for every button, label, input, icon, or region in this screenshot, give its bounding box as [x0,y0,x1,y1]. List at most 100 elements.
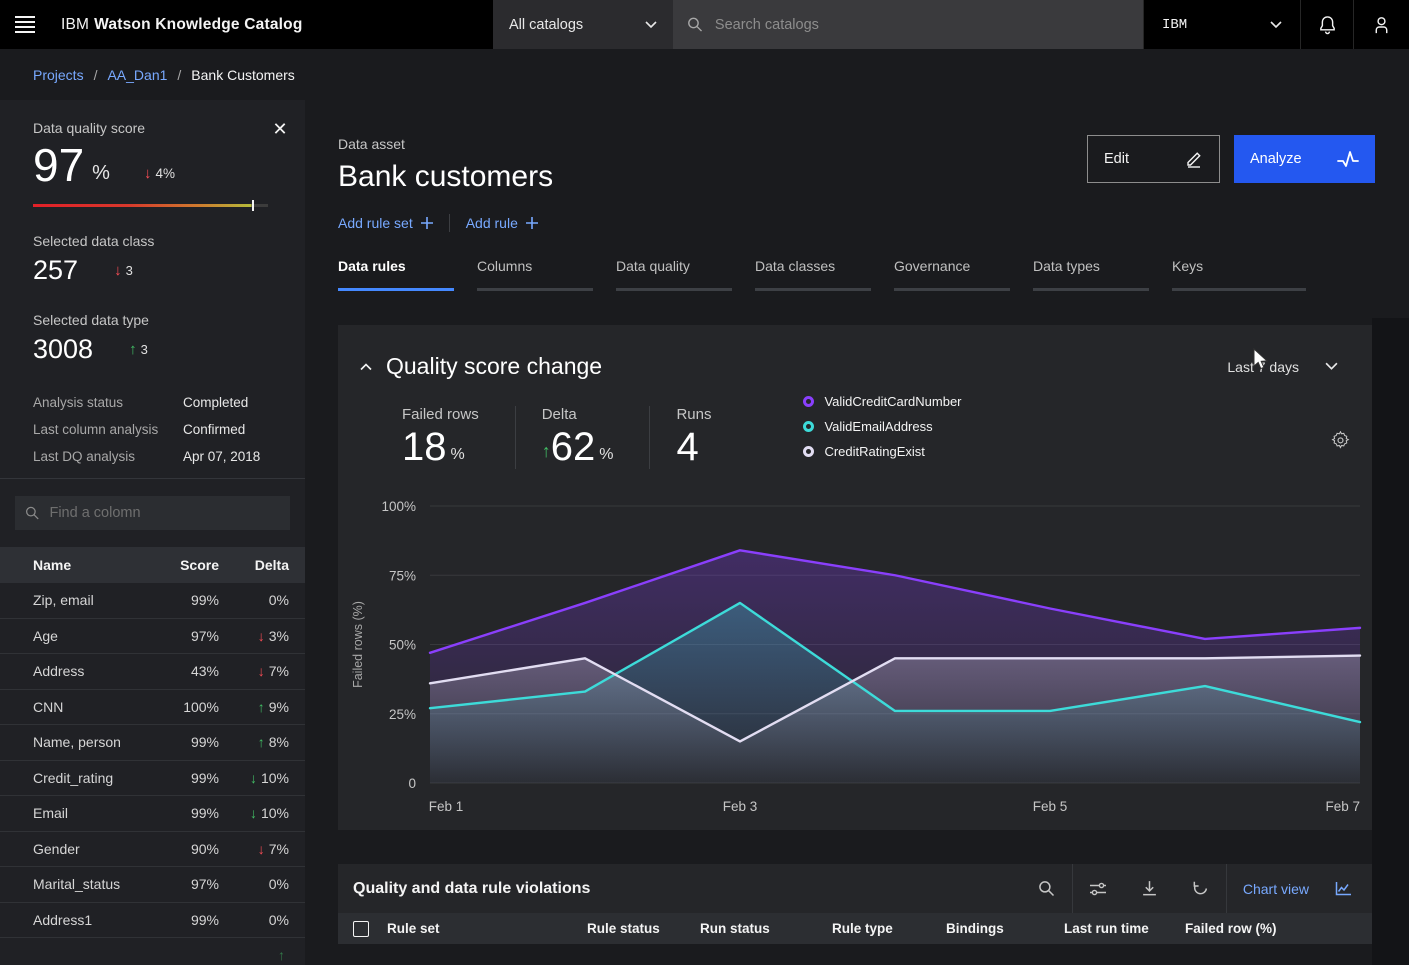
tab-data-types[interactable]: Data types [1013,258,1152,291]
refresh-button[interactable] [1175,864,1226,913]
add-rule-set-link[interactable]: Add rule set [338,215,433,231]
profile-button[interactable] [1353,0,1409,49]
brand-name: Watson Knowledge Catalog [94,16,302,34]
legend-ring-icon [803,421,814,432]
breadcrumb-current: Bank Customers [191,67,294,83]
find-column-input[interactable] [49,505,280,521]
search-icon [687,16,703,33]
stat-unit: % [447,446,465,469]
settings-adjust-icon [1089,881,1107,897]
arrow-down-icon: ↓ [258,628,265,644]
breadcrumb-link-project[interactable]: AA_Dan1 [107,67,167,83]
tab-data-rules[interactable]: Data rules [318,258,457,291]
account-dropdown[interactable]: IBM [1143,0,1300,49]
legend-item[interactable]: ValidCreditCardNumber [803,394,961,409]
add-rule-link[interactable]: Add rule [466,215,538,231]
tab-governance[interactable]: Governance [874,258,1013,291]
tab-underline [1033,288,1149,291]
column-header-rule-type[interactable]: Rule type [832,921,946,936]
column-score-table: Name Score Delta Zip, email99%0%Age97%↓3… [0,547,305,965]
table-row[interactable]: Marital_status97%0% [0,867,305,903]
column-name: Gender [33,841,167,857]
table-search-button[interactable] [1021,864,1072,913]
chart-card-title: Quality score change [386,353,1227,380]
breadcrumb-link-projects[interactable]: Projects [33,67,84,83]
legend-item[interactable]: CreditRatingExist [803,444,961,459]
legend-item[interactable]: ValidEmailAddress [803,419,961,434]
column-header-failed-row-[interactable]: Failed row (%) [1185,921,1295,936]
column-header-last-run-time[interactable]: Last run time [1064,921,1185,936]
arrow-down-icon: ↓ [144,165,152,182]
score-marker [252,200,254,211]
column-delta: ↓10% [225,805,289,821]
restart-icon [1192,880,1209,897]
data-type-value: 3008 [33,334,93,365]
column-header-bindings[interactable]: Bindings [946,921,1064,936]
column-score: 100% [167,699,225,715]
delta-value: 7% [269,663,289,679]
arrow-up-icon: ↑ [258,699,265,715]
column-score: 99% [167,805,225,821]
column-delta: ↓7% [225,663,289,679]
table-row[interactable]: Gender90%↓7% [0,832,305,868]
quality-score-gradient-bar [33,204,268,207]
tab-columns[interactable]: Columns [457,258,596,291]
breadcrumb-separator: / [177,67,181,83]
column-name: Name, person [33,734,167,750]
delta-value: 3% [269,628,289,644]
legend-ring-icon [803,446,814,457]
table-row[interactable]: Credit_rating99%↓10% [0,761,305,797]
download-button[interactable] [1124,864,1175,913]
edit-button[interactable]: Edit [1087,135,1220,183]
date-range-dropdown[interactable]: Last 7 days [1227,359,1342,375]
quality-score-value: 97 [33,142,84,188]
search-catalogs-input[interactable] [715,17,1129,33]
gear-icon[interactable] [1331,431,1350,450]
meta-label: Last DQ analysis [33,449,183,464]
column-delta: ↓3% [225,628,289,644]
app-brand: IBM Watson Knowledge Catalog [49,0,493,49]
column-header-rule-status[interactable]: Rule status [587,921,700,936]
filter-button[interactable] [1073,864,1124,913]
breadcrumb: Projects / AA_Dan1 / Bank Customers [0,49,1409,100]
collapse-caret-icon[interactable] [360,363,372,371]
hamburger-menu-button[interactable] [0,0,49,49]
catalog-selector-dropdown[interactable]: All catalogs [493,0,673,49]
svg-text:Feb 1: Feb 1 [429,799,464,814]
table-row[interactable]: CNN100%↑9% [0,690,305,726]
stat-value: 18 [402,425,447,469]
chevron-down-icon [645,21,657,29]
table-row[interactable]: ↑ [0,938,305,965]
analyze-button[interactable]: Analyze [1234,135,1375,183]
table-row[interactable]: Name, person99%↑8% [0,725,305,761]
column-score: 99% [167,912,225,928]
bell-icon [1318,15,1337,35]
stat-runs: Runs 4 [649,406,747,469]
chart-view-toggle[interactable]: Chart view [1227,881,1372,897]
select-all-checkbox[interactable] [353,921,369,937]
table-row[interactable]: Age97%↓3% [0,619,305,655]
column-table-header: Name Score Delta [0,547,305,583]
table-row[interactable]: Address43%↓7% [0,654,305,690]
search-icon [1038,880,1055,897]
svg-text:Feb 5: Feb 5 [1033,799,1068,814]
tab-data-quality[interactable]: Data quality [596,258,735,291]
column-header-rule-set[interactable]: Rule set [387,921,587,936]
notifications-button[interactable] [1300,0,1353,49]
delta-value: 7% [269,841,289,857]
arrow-up-icon: ↑ [542,441,551,469]
legend-label: CreditRatingExist [824,444,924,459]
column-delta: 0% [225,592,289,608]
tab-keys[interactable]: Keys [1152,258,1309,291]
close-icon[interactable]: ✕ [269,118,291,140]
plus-icon [421,217,433,229]
main-content: Data asset Bank customers Add rule set A… [305,100,1409,965]
svg-text:Failed rows (%): Failed rows (%) [351,601,365,688]
asset-tabs: Data rulesColumnsData qualityData classe… [318,258,1409,291]
svg-text:Feb 7: Feb 7 [1325,799,1360,814]
table-row[interactable]: Email99%↓10% [0,796,305,832]
table-row[interactable]: Zip, email99%0% [0,583,305,619]
tab-data-classes[interactable]: Data classes [735,258,874,291]
column-header-run-status[interactable]: Run status [700,921,832,936]
table-row[interactable]: Address199%0% [0,903,305,939]
